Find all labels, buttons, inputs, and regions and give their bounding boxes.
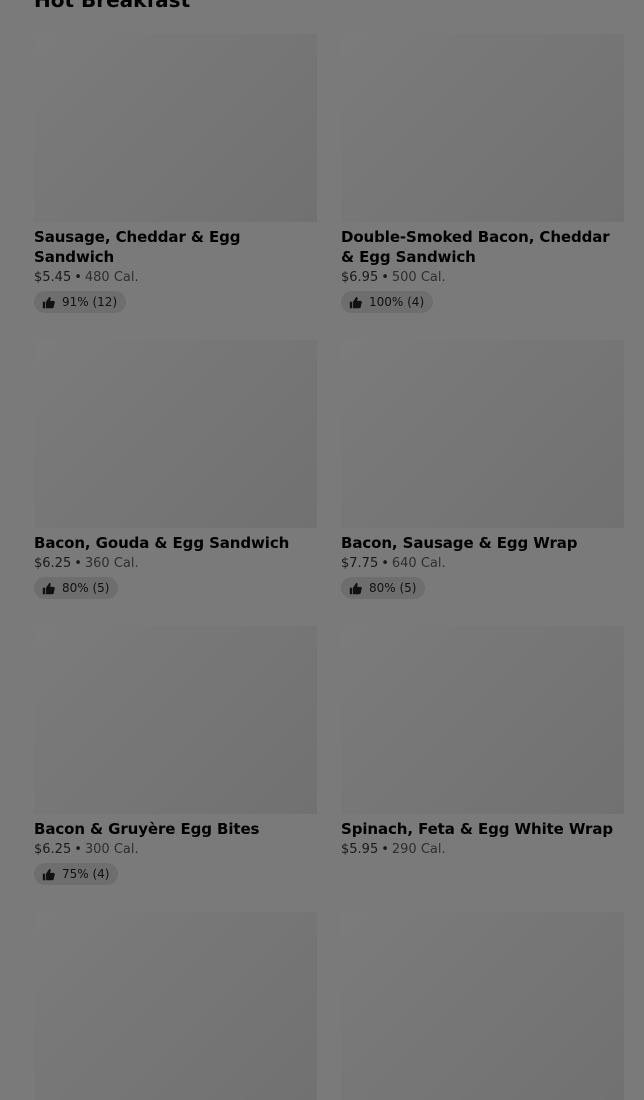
product-calories: 640 Cal. (391, 556, 446, 571)
thumbs-up-icon (42, 868, 55, 880)
product-image[interactable] (341, 912, 624, 1100)
product-name[interactable]: Double-Smoked Bacon, Cheddar & Egg Sandw… (341, 227, 624, 267)
product-name[interactable]: Bacon, Gouda & Egg Sandwich (34, 533, 317, 553)
rating-badge: 80% (5) (34, 577, 119, 599)
product-image[interactable] (341, 34, 624, 222)
product-card[interactable]: Bacon & Gruyère Egg Bites $6.25 • 300 Cal.… (34, 626, 317, 885)
product-price: $6.25 (34, 842, 72, 857)
product-calories: 500 Cal. (391, 270, 446, 285)
product-image[interactable] (34, 34, 317, 222)
product-price: $5.45 (34, 270, 72, 285)
product-card[interactable]: Spinach, Feta & Egg White Wrap $5.95 • 290… (341, 626, 624, 858)
rating-text: 75% (4) (62, 867, 110, 881)
product-card[interactable]: Sausage, Cheddar & Egg Sandwich $5.45 • 48… (34, 34, 317, 313)
product-meta: $6.25 • 300 Cal. (34, 841, 317, 858)
product-card[interactable]: Bacon, Sausage & Egg Wrap $7.75 • 640 Cal.… (341, 340, 624, 599)
product-image[interactable] (34, 626, 317, 814)
product-name[interactable]: Sausage, Cheddar & Egg Sandwich (34, 227, 317, 267)
product-meta: $5.45 • 480 Cal. (34, 269, 317, 286)
product-name[interactable]: Spinach, Feta & Egg White Wrap (341, 819, 624, 839)
product-image[interactable] (341, 340, 624, 528)
separator-dot: • (74, 556, 82, 571)
product-name[interactable]: Bacon, Sausage & Egg Wrap (341, 533, 624, 553)
product-card[interactable] (341, 912, 624, 1100)
separator-dot: • (381, 556, 389, 571)
product-card[interactable]: Bacon, Gouda & Egg Sandwich $6.25 • 360 Ca… (34, 340, 317, 599)
separator-dot: • (74, 842, 82, 857)
product-meta: $6.95 • 500 Cal. (341, 269, 624, 286)
product-calories: 480 Cal. (84, 270, 139, 285)
product-card[interactable]: Double-Smoked Bacon, Cheddar & Egg Sandw… (341, 34, 624, 313)
rating-badge: 91% (12) (34, 291, 127, 313)
rating-badge: 80% (5) (341, 577, 426, 599)
product-card[interactable] (34, 912, 317, 1100)
section-title: Hot Breakfast (34, 0, 191, 12)
thumbs-up-icon (42, 582, 55, 594)
thumbs-up-icon (349, 296, 362, 308)
thumbs-up-icon (42, 296, 55, 308)
separator-dot: • (381, 842, 389, 857)
product-meta: $5.95 • 290 Cal. (341, 841, 624, 858)
product-image[interactable] (34, 912, 317, 1100)
rating-text: 80% (5) (62, 581, 110, 595)
separator-dot: • (381, 270, 389, 285)
product-calories: 300 Cal. (84, 842, 139, 857)
product-name[interactable]: Bacon & Gruyère Egg Bites (34, 819, 317, 839)
product-price: $5.95 (341, 842, 379, 857)
rating-text: 80% (5) (369, 581, 417, 595)
rating-text: 100% (4) (369, 295, 425, 309)
product-calories: 360 Cal. (84, 556, 139, 571)
product-price: $6.95 (341, 270, 379, 285)
rating-badge: 100% (4) (341, 291, 434, 313)
product-price: $7.75 (341, 556, 379, 571)
separator-dot: • (74, 270, 82, 285)
product-price: $6.25 (34, 556, 72, 571)
product-meta: $7.75 • 640 Cal. (341, 555, 624, 572)
product-calories: 290 Cal. (391, 842, 446, 857)
product-image[interactable] (34, 340, 317, 528)
thumbs-up-icon (349, 582, 362, 594)
product-meta: $6.25 • 360 Cal. (34, 555, 317, 572)
rating-text: 91% (12) (62, 295, 118, 309)
rating-badge: 75% (4) (34, 863, 119, 885)
product-image[interactable] (341, 626, 624, 814)
